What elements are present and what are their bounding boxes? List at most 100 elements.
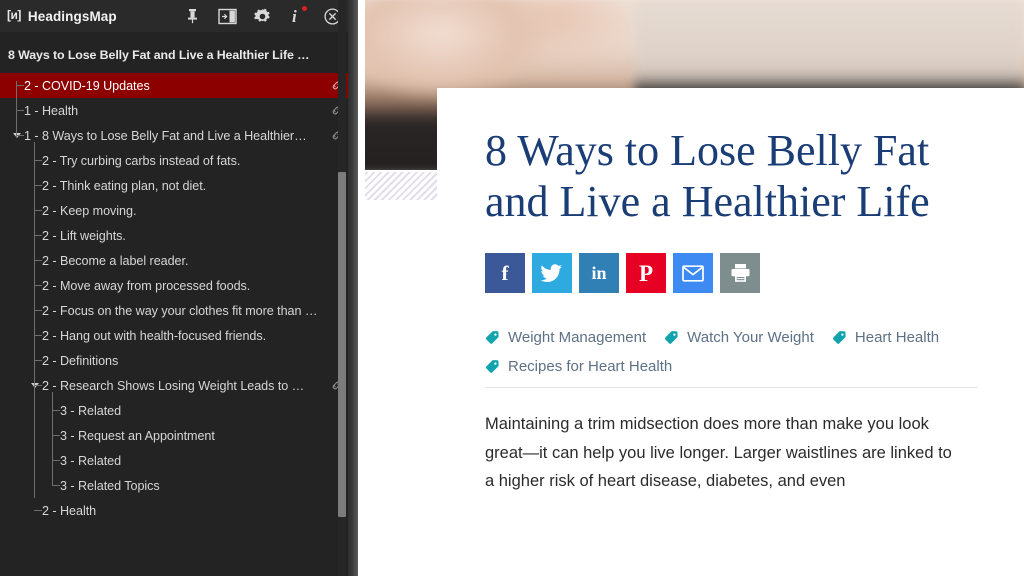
heading-tree-label: 2 - Try curbing carbs instead of fats. [42, 153, 241, 168]
webpage-content: 8 Ways to Lose Belly Fat and Live a Heal… [358, 0, 1024, 576]
tree-guide-line [52, 435, 60, 436]
panel-toggle-icon[interactable] [217, 6, 237, 26]
page-title: 8 Ways to Lose Belly Fat and Live a Heal… [485, 126, 930, 226]
heading-tree-row[interactable]: 2 - Health [0, 498, 358, 523]
tree-guide-line [52, 410, 60, 411]
tree-guide-line [34, 185, 42, 186]
envelope-icon [682, 265, 704, 282]
tag-icon [832, 330, 847, 345]
share-pinterest-button[interactable]: P [626, 253, 666, 294]
tree-guide-line [34, 310, 42, 311]
headings-tree: 2 - COVID-19 Updates 1 - Health 1 - 8 Ways… [0, 73, 358, 523]
pinterest-icon: P [638, 260, 654, 286]
print-button[interactable] [720, 253, 760, 294]
panel-header-icons: i [182, 0, 342, 32]
panel-scrollbar-thumb[interactable] [338, 172, 346, 517]
pin-icon[interactable] [182, 6, 202, 26]
tag-icon [485, 359, 500, 374]
heading-tree-label: 2 - Lift weights. [42, 228, 126, 243]
share-linkedin-button[interactable]: in [579, 253, 619, 294]
heading-tree-label: 2 - Become a label reader. [42, 253, 189, 268]
heading-tree-row[interactable]: 2 - Definitions [0, 348, 358, 373]
panel-document-title: 8 Ways to Lose Belly Fat and Live a Heal… [8, 48, 310, 62]
heading-tree-row[interactable]: 2 - Move away from processed foods. [0, 273, 358, 298]
headingsmap-logo-icon: [ᴎ] [7, 8, 21, 22]
tree-guide-line [34, 260, 42, 261]
tree-guide-line [16, 135, 24, 136]
panel-title: HeadingsMap [27, 8, 117, 24]
heading-tree-label: 2 - Keep moving. [42, 203, 137, 218]
tree-guide-line [52, 392, 53, 485]
linkedin-icon: in [591, 263, 607, 284]
tag-icon [485, 330, 500, 345]
heading-tree-row[interactable]: 1 - 8 Ways to Lose Belly Fat and Live a … [0, 123, 358, 148]
headingsmap-panel: [ᴎ] HeadingsMap i 8 Ways to Lose Belly F… [0, 0, 358, 576]
heading-tree-label: 1 - 8 Ways to Lose Belly Fat and Live a … [24, 128, 307, 143]
tree-guide-line [34, 210, 42, 211]
info-badge-dot [302, 6, 307, 11]
tree-guide-line [16, 81, 17, 137]
heading-tree-row[interactable]: 2 - COVID-19 Updates [0, 73, 358, 98]
decorative-hatch-block [365, 172, 437, 200]
tree-guide-line [16, 85, 24, 86]
tag-link[interactable]: Heart Health [832, 329, 939, 346]
facebook-icon: f [501, 260, 509, 285]
twitter-icon [541, 263, 563, 283]
tree-guide-line [34, 360, 42, 361]
tree-guide-line [16, 110, 24, 111]
heading-tree-label: 3 - Related Topics [60, 478, 160, 493]
heading-tree-row[interactable]: 2 - Keep moving. [0, 198, 358, 223]
heading-tree-label: 1 - Health [24, 103, 79, 118]
tag-list: Weight Management Watch Your Weight Heart … [485, 329, 978, 389]
heading-tree-label: 3 - Related [60, 403, 122, 418]
heading-tree-label: 2 - Hang out with health-focused friends… [42, 328, 267, 343]
article-body: Maintaining a trim midsection does more … [485, 415, 952, 490]
tree-guide-line [34, 160, 42, 161]
share-email-button[interactable] [673, 253, 713, 294]
tag-link[interactable]: Weight Management [485, 329, 646, 346]
heading-tree-label: 2 - Think eating plan, not diet. [42, 178, 207, 193]
tree-guide-line [34, 235, 42, 236]
heading-tree-row[interactable]: 1 - Health [0, 98, 358, 123]
heading-tree-row[interactable]: 2 - Hang out with health-focused friends… [0, 323, 358, 348]
heading-tree-row[interactable]: 2 - Research Shows Losing Weight Leads t… [0, 373, 358, 398]
heading-tree-label: 2 - Definitions [42, 353, 119, 368]
panel-resize-handle[interactable] [348, 0, 358, 576]
info-icon[interactable]: i [287, 6, 307, 26]
app-screenshot: [ᴎ] HeadingsMap i 8 Ways to Lose Belly F… [0, 0, 1024, 576]
tag-link[interactable]: Watch Your Weight [664, 329, 814, 346]
svg-text:i: i [292, 7, 297, 25]
heading-tree-label: 2 - Move away from processed foods. [42, 278, 251, 293]
panel-header: [ᴎ] HeadingsMap i [0, 0, 358, 32]
heading-tree-row[interactable]: 2 - Think eating plan, not diet. [0, 173, 358, 198]
tag-label: Weight Management [508, 329, 647, 347]
tag-icon [664, 330, 679, 345]
share-twitter-button[interactable] [532, 253, 572, 294]
heading-tree-row[interactable]: 2 - Try curbing carbs instead of fats. [0, 148, 358, 173]
printer-icon [730, 263, 751, 283]
heading-tree-label: 2 - Focus on the way your clothes fit mo… [42, 303, 318, 318]
heading-tree-label: 2 - Research Shows Losing Weight Leads t… [42, 378, 305, 393]
share-facebook-button[interactable]: f [485, 253, 525, 294]
tag-label: Recipes for Heart Health [508, 358, 673, 376]
tag-link[interactable]: Recipes for Heart Health [485, 358, 672, 375]
tree-guide-line [34, 385, 42, 386]
tag-label: Watch Your Weight [687, 329, 814, 347]
tree-guide-line [34, 335, 42, 336]
heading-tree-label: 3 - Related [60, 453, 122, 468]
heading-tree-label: 2 - Health [42, 503, 97, 518]
heading-tree-row[interactable]: 2 - Focus on the way your clothes fit mo… [0, 298, 358, 323]
share-buttons: f in P [485, 253, 1024, 294]
article-card: 8 Ways to Lose Belly Fat and Live a Heal… [437, 88, 1024, 576]
heading-tree-label: 3 - Request an Appointment [60, 428, 215, 443]
heading-tree-row[interactable]: 2 - Lift weights. [0, 223, 358, 248]
tree-guide-line [34, 510, 42, 511]
tree-guide-line [52, 460, 60, 461]
tag-label: Heart Health [854, 329, 940, 347]
gear-icon[interactable] [252, 6, 272, 26]
tree-guide-line [34, 142, 35, 498]
tree-guide-line [34, 285, 42, 286]
tree-guide-line [52, 485, 60, 486]
heading-tree-label: 2 - COVID-19 Updates [24, 78, 150, 93]
heading-tree-row[interactable]: 2 - Become a label reader. [0, 248, 358, 273]
